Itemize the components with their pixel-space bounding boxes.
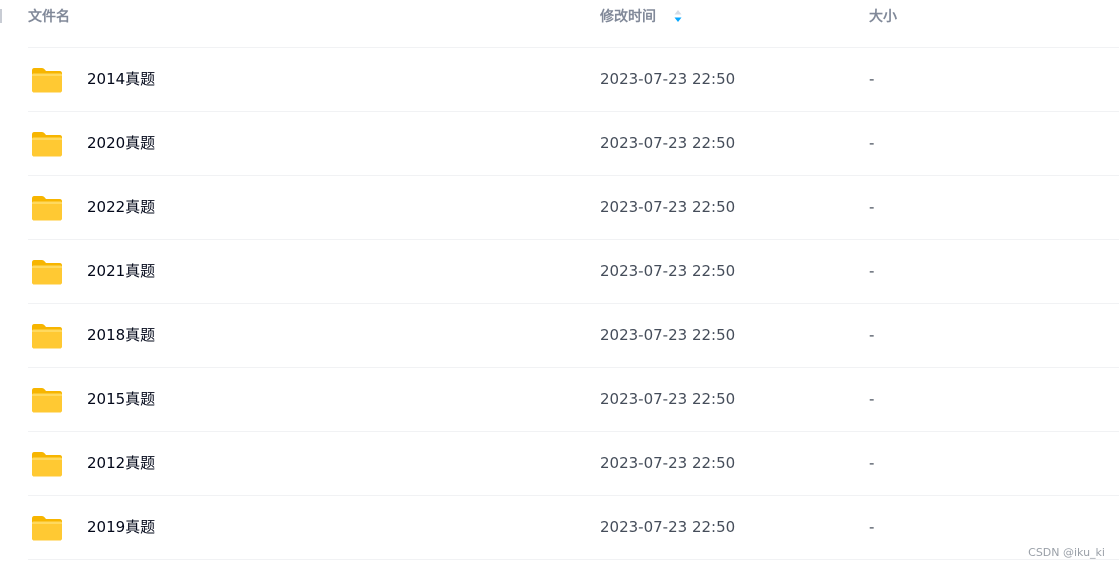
file-modified-time: 2023-07-23 22:50 [600,70,736,88]
column-header-name[interactable]: 文件名 [28,0,70,34]
file-size: - [869,262,875,280]
folder-icon [32,260,62,285]
file-modified-time: 2023-07-23 22:50 [600,134,736,152]
sort-arrows-icon[interactable] [673,9,683,23]
file-name[interactable]: 2020真题 [87,112,155,175]
file-name[interactable]: 2015真题 [87,368,155,431]
folder-icon [32,388,62,413]
file-row[interactable]: 2014真题 2023-07-23 22:50 - [28,48,1119,112]
file-row[interactable]: 2021真题 2023-07-23 22:50 - [28,240,1119,304]
file-name[interactable]: 2018真题 [87,304,155,367]
file-name[interactable]: 2021真题 [87,240,155,303]
file-row[interactable]: 2022真题 2023-07-23 22:50 - [28,176,1119,240]
file-row[interactable]: 2018真题 2023-07-23 22:50 - [28,304,1119,368]
file-name[interactable]: 2022真题 [87,176,155,239]
file-size: - [869,70,875,88]
file-row[interactable]: 2019真题 2023-07-23 22:50 - [28,496,1119,560]
file-size: - [869,326,875,344]
file-modified-time: 2023-07-23 22:50 [600,518,736,536]
file-name[interactable]: 2012真题 [87,432,155,495]
file-modified-time: 2023-07-23 22:50 [600,454,736,472]
file-modified-time: 2023-07-23 22:50 [600,390,736,408]
file-size: - [869,518,875,536]
file-modified-time: 2023-07-23 22:50 [600,198,736,216]
file-modified-time: 2023-07-23 22:50 [600,326,736,344]
file-modified-time: 2023-07-23 22:50 [600,262,736,280]
file-row[interactable]: 2012真题 2023-07-23 22:50 - [28,432,1119,496]
column-header-modified[interactable]: 修改时间 [600,0,656,34]
folder-icon [32,132,62,157]
left-edge-marker [0,9,2,23]
file-name[interactable]: 2014真题 [87,48,155,111]
folder-icon [32,196,62,221]
file-list: 文件名 修改时间 大小 2014真题 2023-07-23 22:50 - 20… [28,0,1119,560]
folder-icon [32,68,62,93]
column-header-size[interactable]: 大小 [869,0,897,34]
file-size: - [869,454,875,472]
folder-icon [32,516,62,541]
file-list-header: 文件名 修改时间 大小 [28,0,1119,48]
file-row[interactable]: 2015真题 2023-07-23 22:50 - [28,368,1119,432]
file-rows: 2014真题 2023-07-23 22:50 - 2020真题 2023-07… [28,48,1119,560]
folder-icon [32,324,62,349]
file-size: - [869,134,875,152]
file-size: - [869,390,875,408]
file-size: - [869,198,875,216]
folder-icon [32,452,62,477]
watermark: CSDN @iku_ki [1028,546,1105,559]
file-name[interactable]: 2019真题 [87,496,155,559]
file-row[interactable]: 2020真题 2023-07-23 22:50 - [28,112,1119,176]
